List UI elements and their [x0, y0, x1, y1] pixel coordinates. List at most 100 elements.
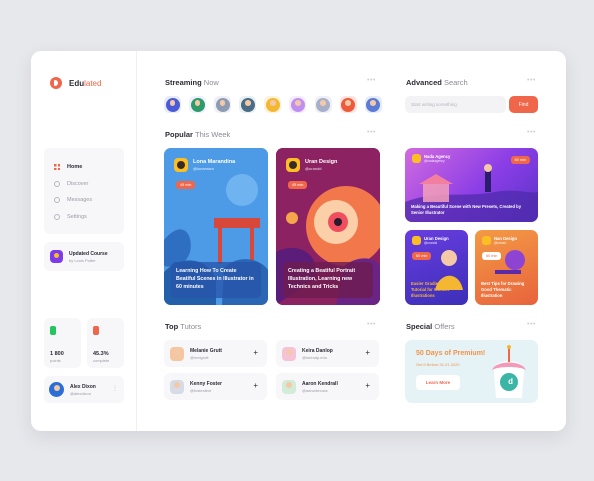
card-caption: Best Tips for Drawing Good Thematic Illu… [481, 280, 525, 298]
popular-card[interactable]: Lona Marandina @lonamora 45 min Learning… [164, 148, 268, 305]
author-handle: @lonamora [193, 166, 214, 171]
author-handle: @nanart [494, 241, 507, 245]
tutor-name: Kenny Foster [190, 380, 222, 387]
card-caption: Learning How To Create Beatiful Scenes i… [171, 262, 261, 298]
special-offer-card: 50 Days of Premium! Get it Before 01.01.… [405, 340, 538, 403]
duration-badge: 45 min [288, 181, 308, 189]
sidebar-item-home[interactable]: Home [54, 159, 124, 176]
more-icon[interactable]: ••• [367, 129, 376, 136]
tutor-name: Melanie Grutt [190, 347, 222, 354]
author-name: Lona Marandina [193, 159, 236, 165]
tutor-handle: @aaronknows [302, 387, 328, 393]
more-icon[interactable]: ••• [527, 321, 536, 328]
author-handle: @urandd [424, 241, 438, 245]
card-author: Uran Design @urandd [286, 158, 337, 172]
offer-subtext: Get it Before 01.01.2020 [416, 362, 460, 367]
compass-icon [54, 180, 60, 187]
profile-handle: @alexdixon [70, 390, 91, 396]
stream-avatar[interactable] [339, 96, 357, 113]
gear-icon [54, 213, 60, 220]
stream-avatar[interactable] [314, 96, 332, 113]
updated-course-card[interactable]: Updated Course by Louis Potter [44, 242, 124, 271]
add-icon[interactable]: + [253, 348, 258, 357]
search-result-card[interactable]: Nan Design @nanart 60 min Best Tips for D… [475, 230, 538, 305]
sidebar-item-label: Settings [67, 213, 87, 220]
learn-more-button[interactable]: Learn More [416, 375, 460, 390]
sidebar-item-messages[interactable]: Messages [54, 192, 124, 209]
add-icon[interactable]: + [365, 348, 370, 357]
find-button[interactable]: Find [509, 96, 538, 113]
avatar [286, 158, 300, 172]
avatar [282, 379, 296, 394]
add-icon[interactable]: + [253, 381, 258, 390]
message-icon [54, 197, 60, 204]
sidebar-item-label: Discover [67, 180, 89, 187]
stream-avatar[interactable] [214, 96, 232, 113]
avatar [282, 346, 296, 361]
tutor-handle: @keiradp.edu [302, 354, 327, 360]
avatar [482, 236, 491, 245]
badge-letter: d [508, 377, 513, 386]
sidebar-item-discover[interactable]: Discover [54, 176, 124, 193]
tutor-item[interactable]: Keira Danlop @keiradp.edu + [276, 340, 379, 367]
tutor-name: Aaron Kendrall [302, 380, 338, 387]
stat-value: 45.3% [93, 351, 109, 357]
author-name: Uran Design [305, 159, 338, 165]
stream-avatar[interactable] [289, 96, 307, 113]
card-author: Nada Agency @nadaagency [412, 154, 450, 163]
more-icon[interactable]: ••• [367, 77, 376, 84]
logo[interactable]: Edulated [50, 77, 101, 89]
avatar [170, 379, 184, 394]
cupcake-illustration [492, 345, 526, 398]
offer-headline: 50 Days of Premium! [416, 350, 486, 357]
logo-icon [50, 77, 62, 89]
sidebar-item-label: Home [67, 164, 83, 171]
home-grid-icon [54, 164, 60, 171]
updated-course-title: Updated Course [69, 250, 108, 257]
stream-avatar[interactable] [239, 96, 257, 113]
sidebar-item-settings[interactable]: Settings [54, 209, 124, 226]
popular-card[interactable]: Uran Design @urandd 45 min Creating a Be… [276, 148, 380, 305]
tutor-handle: @fosterdive [190, 387, 212, 393]
updated-course-author: by Louis Potter [69, 257, 96, 263]
tutor-item[interactable]: Melanie Grutt @melgrutt + [164, 340, 267, 367]
tutor-name: Keira Danlop [302, 347, 333, 354]
progress-icon [93, 326, 99, 335]
points-icon [50, 326, 56, 335]
special-offers-title: Special Offers [406, 322, 455, 331]
more-icon[interactable]: ••• [367, 321, 376, 328]
avatar [412, 154, 421, 163]
stream-avatar[interactable] [164, 96, 181, 113]
stream-avatar[interactable] [264, 96, 282, 113]
lightbulb-icon [50, 250, 63, 263]
card-author: Nan Design @nanart [482, 236, 517, 245]
stream-avatar[interactable] [189, 96, 207, 113]
advanced-search-title: Advanced Search [406, 78, 468, 87]
tutor-item[interactable]: Aaron Kendrall @aaronknows + [276, 373, 379, 400]
more-icon[interactable]: ••• [527, 77, 536, 84]
dashboard-window: Edulated Home Discover Messages Settings [31, 51, 566, 431]
streaming-avatars [164, 96, 382, 113]
sidebar-nav: Home Discover Messages Settings [44, 148, 124, 234]
user-profile[interactable]: Alex Dixon @alexdixon ⋮ [44, 376, 124, 403]
avatar [170, 346, 184, 361]
search-result-card[interactable]: Nada Agency @nadaagency 60 min Making a B… [405, 148, 538, 222]
avatar [412, 236, 421, 245]
stat-label: points [50, 358, 61, 363]
avatar [174, 158, 188, 172]
stream-avatar[interactable] [364, 96, 382, 113]
stat-complete: 45.3% complete [87, 318, 124, 368]
author-handle: @nadaagency [424, 159, 445, 163]
stat-points: 1 800 points [44, 318, 81, 368]
duration-badge: 60 min [510, 156, 530, 164]
more-icon[interactable]: ⋮ [112, 385, 118, 392]
more-icon[interactable]: ••• [527, 129, 536, 136]
search-input[interactable] [405, 96, 506, 113]
duration-badge: 60 min [412, 252, 432, 260]
search-result-card[interactable]: Uran Design @urandd 60 min Easier Gradien… [405, 230, 468, 305]
sidebar-item-label: Messages [67, 197, 93, 204]
duration-badge: 45 min [176, 181, 196, 189]
add-icon[interactable]: + [365, 381, 370, 390]
avatar [49, 382, 64, 397]
tutor-item[interactable]: Kenny Foster @fosterdive + [164, 373, 267, 400]
